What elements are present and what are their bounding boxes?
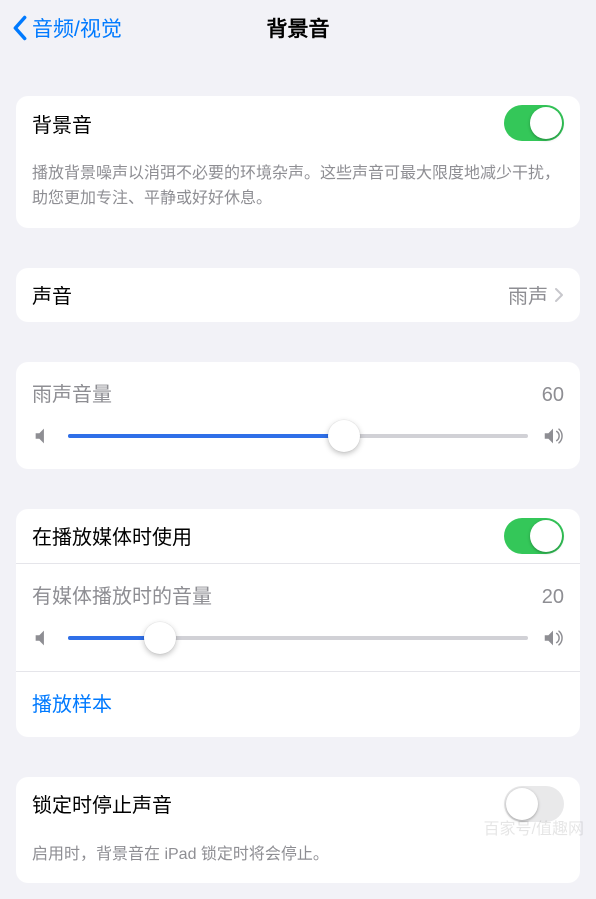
- back-label: 音频/视觉: [32, 13, 122, 43]
- background-sound-label: 背景音: [32, 109, 92, 138]
- media-volume-block: 有媒体播放时的音量 20: [16, 563, 580, 671]
- rain-volume-slider[interactable]: [68, 434, 528, 438]
- stop-on-lock-switch[interactable]: [504, 786, 564, 822]
- volume-low-icon: [32, 425, 54, 447]
- background-sound-switch[interactable]: [504, 105, 564, 141]
- rain-volume-block: 雨声音量 60: [16, 362, 580, 469]
- group-sound-select: 声音 雨声: [16, 268, 580, 322]
- chevron-right-icon: [554, 287, 564, 303]
- group-background-sound: 背景音 播放背景噪声以消弭不必要的环境杂声。这些声音可最大限度地减少干扰，助您更…: [16, 96, 580, 228]
- use-with-media-switch[interactable]: [504, 518, 564, 554]
- row-use-with-media-toggle: 在播放媒体时使用: [16, 509, 580, 563]
- row-sound-select[interactable]: 声音 雨声: [16, 268, 580, 322]
- stop-on-lock-footer: 启用时，背景音在 iPad 锁定时将会停止。: [16, 831, 580, 884]
- media-volume-slider[interactable]: [68, 636, 528, 640]
- content: 背景音 播放背景噪声以消弭不必要的环境杂声。这些声音可最大限度地减少干扰，助您更…: [0, 96, 596, 899]
- play-sample-link[interactable]: 播放样本: [16, 671, 580, 737]
- rain-volume-label: 雨声音量: [32, 378, 112, 407]
- back-button[interactable]: 音频/视觉: [10, 13, 122, 43]
- rain-volume-value: 60: [542, 384, 564, 407]
- row-stop-on-lock-toggle: 锁定时停止声音: [16, 777, 580, 831]
- sound-value: 雨声: [508, 280, 548, 309]
- media-volume-label: 有媒体播放时的音量: [32, 580, 212, 609]
- group-stop-on-lock: 锁定时停止声音 启用时，背景音在 iPad 锁定时将会停止。: [16, 777, 580, 884]
- group-rain-volume: 雨声音量 60: [16, 362, 580, 469]
- sound-label: 声音: [32, 280, 72, 309]
- volume-high-icon: [542, 627, 564, 649]
- volume-low-icon: [32, 627, 54, 649]
- chevron-left-icon: [10, 14, 30, 42]
- row-background-sound-toggle: 背景音: [16, 96, 580, 150]
- stop-on-lock-label: 锁定时停止声音: [32, 789, 172, 818]
- volume-high-icon: [542, 425, 564, 447]
- background-sound-footer: 播放背景噪声以消弭不必要的环境杂声。这些声音可最大限度地减少干扰，助您更加专注、…: [16, 150, 580, 228]
- navbar: 音频/视觉 背景音: [0, 0, 596, 56]
- use-with-media-label: 在播放媒体时使用: [32, 521, 192, 550]
- media-volume-value: 20: [542, 586, 564, 609]
- group-media-playing: 在播放媒体时使用 有媒体播放时的音量 20 播放样本: [16, 509, 580, 737]
